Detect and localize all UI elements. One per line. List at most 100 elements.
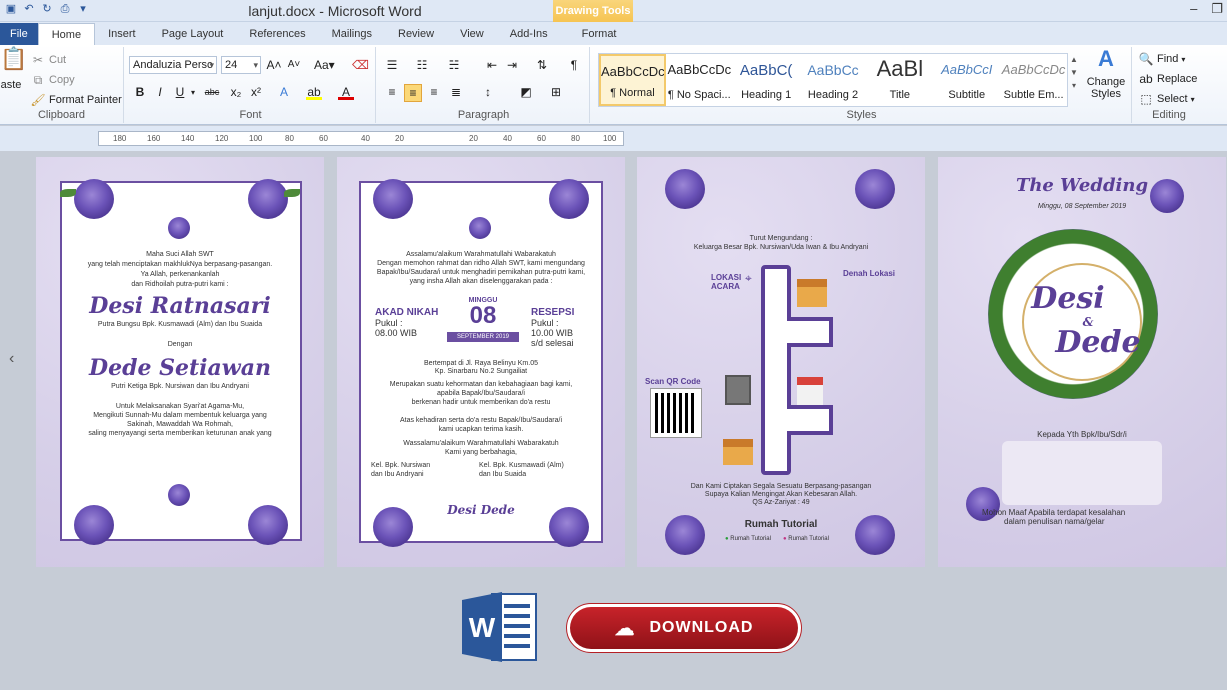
page-3[interactable]: Turut Mengundang : Keluarga Besar Bpk. N… [637, 157, 925, 567]
akad-time-label: Pukul : [375, 318, 403, 328]
binoculars-icon: 🔍 [1138, 52, 1154, 66]
font-name-combo[interactable]: Andaluzia Persc [129, 56, 217, 74]
paragraph-label: Paragraph [457, 109, 510, 121]
style-title[interactable]: AaBl Title [866, 54, 933, 106]
multilevel-list-button[interactable]: ☵ [446, 57, 462, 73]
style-normal[interactable]: AaBbCcDc ¶ Normal [599, 54, 666, 106]
resepsi-end: s/d selesai [531, 338, 574, 348]
page-2[interactable]: Assalamu'alaikum Warahmatullahi Wabaraka… [337, 157, 625, 567]
subscript-button[interactable]: x₂ [228, 84, 244, 100]
format-painter-label: Format Painter [49, 94, 122, 106]
shrink-font-button[interactable]: A˅ [286, 57, 302, 73]
strikethrough-button[interactable]: abc [204, 84, 220, 100]
tab-view[interactable]: View [447, 23, 497, 45]
shading-button[interactable]: ◩ [518, 84, 534, 100]
mohon-line: Mohon Maaf Apabila terdapat kesalahan [982, 508, 1126, 517]
bold-button[interactable]: B [132, 84, 148, 100]
select-button[interactable]: ⬚ Select ▾ [1138, 91, 1194, 107]
numbering-icon: ☷ [416, 58, 428, 72]
map-road-branch [787, 405, 833, 435]
tab-file[interactable]: File [0, 23, 38, 45]
decrease-indent-icon: ⇤ [486, 58, 498, 72]
scroll-left-icon[interactable]: ‹ [9, 350, 14, 368]
numbering-button[interactable]: ☷ [414, 57, 430, 73]
style-heading-1[interactable]: AaBbC(Heading 1 [733, 54, 800, 106]
word-logo-icon: W [462, 590, 540, 664]
font-size-combo[interactable]: 24 [221, 56, 261, 74]
tab-page-layout[interactable]: Page Layout [149, 23, 237, 45]
recipient-box[interactable] [1002, 441, 1162, 505]
page-1[interactable]: Maha Suci Allah SWT yang telah menciptak… [36, 157, 324, 567]
underline-button[interactable]: U ▾ [172, 84, 195, 100]
tab-format[interactable]: Format [569, 23, 630, 45]
clear-formatting-button[interactable]: ⌫ [352, 57, 369, 73]
family-right-line: dan Ibu Suaida [479, 471, 527, 478]
tab-insert[interactable]: Insert [95, 23, 149, 45]
borders-button[interactable]: ⊞ [548, 84, 564, 100]
change-styles-button[interactable]: A Change Styles [1086, 48, 1126, 101]
find-button[interactable]: 🔍 Find ▾ [1138, 51, 1186, 67]
italic-button[interactable]: I [152, 84, 168, 100]
tab-review[interactable]: Review [385, 23, 447, 45]
decrease-indent-button[interactable]: ⇤ [484, 57, 500, 73]
resepsi-title: RESEPSI [531, 307, 575, 318]
format-painter-button[interactable]: 🖌 Format Painter [30, 92, 122, 108]
style-subtitle[interactable]: AaBbCcI Subtitle [933, 54, 1000, 106]
horizontal-ruler[interactable]: 180 160 140 120 100 80 60 40 20 20 40 60… [98, 131, 624, 146]
change-case-button[interactable]: Aa▾ [314, 57, 335, 73]
ruler-tick: 100 [603, 134, 617, 143]
store-icon [797, 377, 823, 405]
tab-home[interactable]: Home [37, 23, 96, 45]
tab-mailings[interactable]: Mailings [319, 23, 385, 45]
style-subtle-emphasis[interactable]: AaBbCcDc Subtle Em... [1000, 54, 1067, 106]
rose-decoration [665, 169, 705, 209]
more-icon: ▾ [1071, 81, 1076, 90]
denah-label: Denah Lokasi [843, 269, 896, 278]
increase-indent-button[interactable]: ⇥ [504, 57, 520, 73]
restore-icon[interactable]: ❐ [1211, 1, 1223, 17]
align-right-button[interactable]: ≡ [426, 84, 442, 100]
page1-line: yang telah menciptakan makhlukNya berpas… [87, 261, 273, 268]
rose-decoration [469, 217, 491, 239]
invite-line: Turut Mengundang : [749, 235, 813, 242]
grow-font-button[interactable]: A˄ [266, 57, 282, 73]
page-4[interactable]: The Wedding Minggu, 08 September 2019 De… [938, 157, 1226, 567]
show-marks-button[interactable]: ¶ [566, 57, 582, 73]
page2-opening: Assalamu'alaikum Warahmatullahi Wabaraka… [406, 251, 556, 258]
shrink-font-icon: A˅ [287, 59, 301, 70]
align-left-button[interactable]: ≡ [384, 84, 400, 100]
minimize-icon[interactable]: – [1190, 1, 1197, 17]
rose-decoration [74, 505, 114, 545]
lokasi-label: LOKASI ACARA [711, 273, 742, 291]
style-heading-2[interactable]: AaBbCc Heading 2 [800, 54, 867, 106]
tab-add-ins[interactable]: Add-Ins [497, 23, 561, 45]
style-no-spacing[interactable]: AaBbCcDc ¶ No Spaci... [666, 54, 733, 106]
justify-button[interactable]: ≣ [448, 84, 464, 100]
download-button[interactable]: ☁ DOWNLOAD [566, 603, 802, 653]
style-sample: AaBbCcDc [601, 64, 664, 79]
superscript-button[interactable]: x² [248, 84, 264, 100]
font-group: Andaluzia Persc 24 A˄ A˅ Aa▾ ⌫ B I U▾ ab… [126, 47, 376, 123]
page1-closing: Untuk Melaksanakan Syari'at Agama-Mu, [115, 403, 245, 410]
cut-button[interactable]: ✂ Cut [30, 52, 66, 68]
copy-button[interactable]: ⧉ Copy [30, 72, 75, 88]
replace-button[interactable]: ab Replace [1138, 71, 1197, 87]
month-ribbon: SEPTEMBER 2019 [447, 332, 519, 342]
bullets-button[interactable]: ☰ [384, 57, 400, 73]
highlight-button[interactable]: ab [306, 84, 322, 100]
italic-icon: I [158, 85, 162, 99]
text-effects-button[interactable]: A [276, 84, 292, 100]
family-left-line: dan Ibu Andryani [371, 471, 424, 478]
line-spacing-button[interactable]: ↕ [480, 84, 496, 100]
align-center-button[interactable]: ≡ [404, 84, 422, 102]
rose-decoration [855, 169, 895, 209]
page1-closing: Mengikuti Sunnah-Mu dalam membentuk kelu… [93, 412, 267, 419]
sort-button[interactable]: ⇅ [534, 57, 550, 73]
style-name: ¶ No Spaci... [667, 89, 731, 101]
styles-scroll-button[interactable]: ▲ ▼ ▾ [1070, 55, 1078, 90]
paste-button[interactable]: 📋 aste [0, 48, 27, 92]
date-badge: MINGGU 08 SEPTEMBER 2019 [447, 297, 519, 357]
ruler-tick: 100 [249, 134, 263, 143]
font-color-button[interactable]: A [338, 84, 354, 100]
tab-references[interactable]: References [236, 23, 318, 45]
